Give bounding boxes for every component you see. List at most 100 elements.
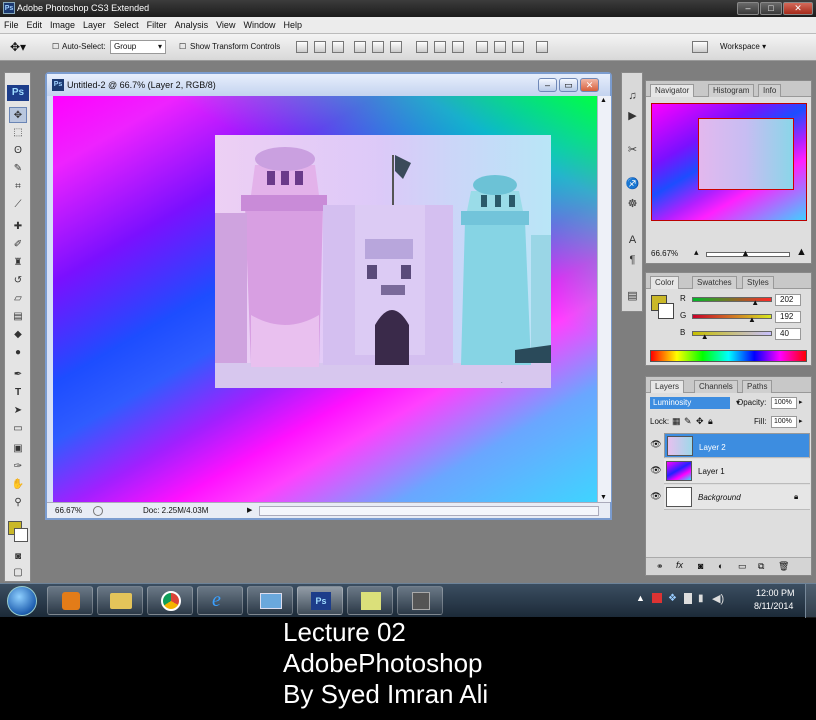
link-layers-icon[interactable]: ⚭ [656, 561, 664, 572]
paragraph-panel-icon[interactable]: ¶ [625, 253, 640, 268]
distribute-vcenter-icon[interactable] [434, 41, 446, 53]
minimize-button[interactable]: – [737, 2, 759, 15]
clone-source-panel-icon[interactable]: ☸ [625, 197, 640, 212]
notes-tool-icon[interactable]: ▣ [9, 441, 27, 457]
taskbar-internet-explorer[interactable]: e [197, 586, 243, 615]
menu-window[interactable]: Window [239, 17, 279, 34]
canvas-horizontal-scrollbar[interactable] [259, 506, 599, 516]
align-hcenter-icon[interactable] [372, 41, 384, 53]
brushes-panel-icon[interactable]: ♐ [625, 177, 640, 192]
zoom-level[interactable]: 66.67% [55, 506, 82, 515]
taskbar-chrome[interactable] [147, 586, 193, 615]
channel-value-b[interactable]: 40 [775, 328, 801, 340]
align-left-icon[interactable] [354, 41, 366, 53]
maximize-button[interactable]: □ [760, 2, 782, 15]
close-button[interactable]: ✕ [783, 2, 813, 15]
network-icon[interactable]: ▮ [698, 593, 704, 604]
pen-tool-icon[interactable]: ✒ [9, 367, 27, 383]
zoom-slider-handle[interactable]: ▲ [741, 248, 750, 258]
quick-select-tool-icon[interactable]: ✎ [9, 161, 27, 177]
distribute-top-icon[interactable] [416, 41, 428, 53]
eye-icon[interactable]: 👁︎ [650, 465, 662, 479]
tab-swatches[interactable]: Swatches [692, 276, 737, 289]
marquee-tool-icon[interactable]: ⬚ [9, 125, 27, 141]
shape-tool-icon[interactable]: ▭ [9, 421, 27, 437]
lasso-tool-icon[interactable]: ʘ [9, 143, 27, 159]
adjustment-layer-icon[interactable]: ◐ [718, 561, 723, 571]
menu-view[interactable]: View [212, 17, 239, 34]
doc-minimize-button[interactable]: – [538, 78, 557, 92]
scroll-up-icon[interactable]: ▲ [600, 97, 607, 104]
scroll-down-icon[interactable]: ▼ [600, 494, 607, 501]
quick-mask-icon[interactable]: ◙ [9, 549, 27, 565]
layer-comps-panel-icon[interactable]: ▤ [625, 289, 640, 304]
opacity-input[interactable]: 100% [771, 397, 797, 409]
lock-pixels-icon[interactable]: ✎ [684, 416, 692, 427]
eraser-tool-icon[interactable]: ▱ [9, 291, 27, 307]
document-canvas[interactable]: . [53, 96, 597, 502]
menu-select[interactable]: Select [110, 17, 143, 34]
menu-image[interactable]: Image [46, 17, 79, 34]
layer-mask-icon[interactable]: ◙ [698, 561, 703, 571]
eye-icon[interactable]: 👁︎ [650, 439, 662, 453]
dropbox-icon[interactable]: ❖ [668, 593, 677, 604]
channel-handle-r[interactable]: ▲ [751, 298, 759, 307]
menu-filter[interactable]: Filter [143, 17, 171, 34]
eyedropper-tool-icon[interactable]: ✑ [9, 459, 27, 475]
brush-tool-icon[interactable]: ✐ [9, 237, 27, 253]
show-hidden-icons[interactable]: ▲ [636, 593, 645, 603]
align-right-icon[interactable] [390, 41, 402, 53]
channel-slider-g[interactable] [692, 314, 772, 319]
channel-handle-b[interactable]: ▲ [701, 332, 709, 341]
menu-file[interactable]: File [0, 17, 23, 34]
menu-help[interactable]: Help [279, 17, 306, 34]
action-center-icon[interactable] [652, 593, 662, 603]
taskbar-movie-maker[interactable] [397, 586, 443, 615]
lock-all-icon[interactable]: 🔒︎ [708, 416, 713, 427]
hand-tool-icon[interactable]: ✋ [9, 477, 27, 493]
color-spectrum-ramp[interactable] [650, 350, 807, 362]
channel-value-r[interactable]: 202 [775, 294, 801, 306]
status-menu-arrow-icon[interactable]: ▶ [247, 506, 252, 514]
healing-brush-tool-icon[interactable]: ✚ [9, 219, 27, 235]
align-top-icon[interactable] [296, 41, 308, 53]
channel-slider-r[interactable] [692, 297, 772, 302]
clock-time[interactable]: 12:00 PM [756, 588, 795, 598]
menu-layer[interactable]: Layer [79, 17, 110, 34]
tab-channels[interactable]: Channels [694, 380, 738, 393]
history-brush-tool-icon[interactable]: ↺ [9, 273, 27, 289]
history-panel-icon[interactable]: ♫ [625, 89, 640, 104]
background-color-swatch[interactable] [14, 528, 28, 542]
tab-paths[interactable]: Paths [742, 380, 773, 393]
tab-styles[interactable]: Styles [742, 276, 774, 289]
taskbar-photoshop[interactable]: Ps [297, 586, 343, 615]
menu-analysis[interactable]: Analysis [171, 17, 213, 34]
zoom-tool-icon[interactable]: ⚲ [9, 495, 27, 511]
character-panel-icon[interactable]: A [625, 233, 640, 248]
taskbar-media-player[interactable] [47, 586, 93, 615]
tab-layers[interactable]: Layers [650, 380, 685, 393]
show-desktop-button[interactable] [805, 584, 816, 618]
distribute-right-icon[interactable] [512, 41, 524, 53]
color-bg-swatch[interactable] [658, 303, 674, 319]
navigator-thumbnail[interactable] [651, 103, 807, 221]
show-transform-checkbox[interactable]: ☐ [179, 39, 186, 55]
delete-layer-icon[interactable]: 🗑︎ [778, 561, 789, 572]
layer-style-icon[interactable]: fx [676, 560, 683, 570]
navigator-view-box[interactable] [698, 118, 794, 190]
start-orb-icon[interactable] [7, 586, 37, 616]
auto-select-checkbox[interactable]: ☐ [52, 39, 59, 55]
move-tool-preset-icon[interactable]: ✥▾ [10, 39, 26, 55]
fill-arrow-icon[interactable]: ▸ [799, 417, 803, 425]
doc-restore-button[interactable]: ▭ [559, 78, 578, 92]
opacity-arrow-icon[interactable]: ▸ [799, 398, 803, 406]
blend-mode-dropdown[interactable]: Luminosity ▾ [650, 397, 740, 409]
lock-transparency-icon[interactable]: ▦ [672, 416, 681, 427]
volume-icon[interactable]: ◀) [712, 592, 724, 605]
zoom-out-icon[interactable]: ▴ [694, 247, 699, 258]
doc-close-button[interactable]: ✕ [580, 78, 599, 92]
tools-preset-icon[interactable]: ✂ [625, 143, 640, 158]
tab-navigator[interactable]: Navigator [650, 84, 695, 97]
status-info-icon[interactable] [93, 506, 103, 516]
taskbar-windows-explorer[interactable] [247, 586, 293, 615]
